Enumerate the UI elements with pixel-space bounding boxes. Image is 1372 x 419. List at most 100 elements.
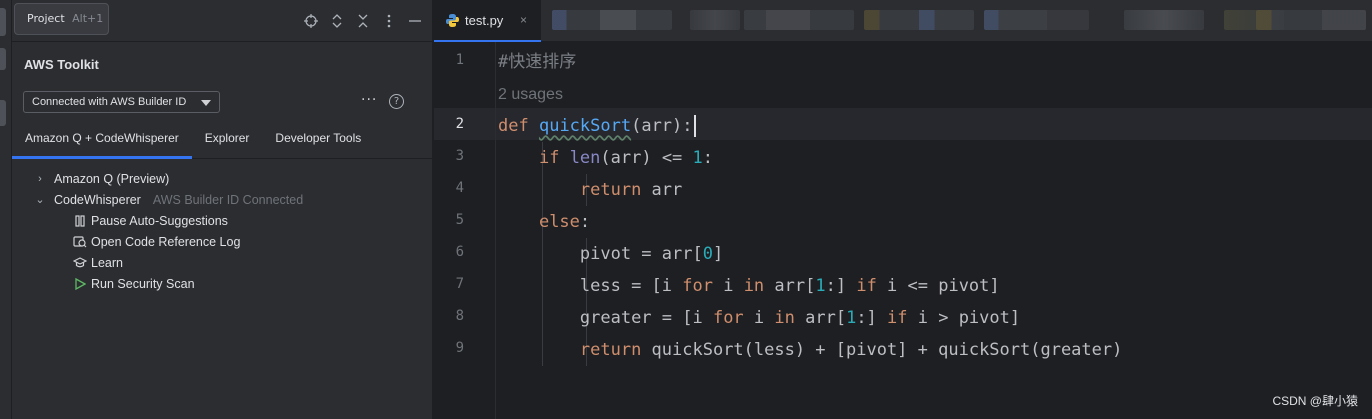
code-text: ]	[712, 244, 724, 264]
tool-window-stripe	[0, 0, 12, 419]
blurred-tab[interactable]	[1124, 10, 1204, 30]
connection-dropdown[interactable]: Connected with AWS Builder ID	[23, 91, 220, 113]
code-line-7: less = [i for i in arr[1:] if i <= pivot…	[498, 270, 1000, 302]
crosshair-icon[interactable]	[304, 12, 318, 30]
builtin: len	[569, 148, 601, 168]
watermark: CSDN @肆小猿	[1272, 394, 1358, 408]
blurred-tab[interactable]	[864, 10, 974, 30]
more-horizontal-icon[interactable]: ···	[361, 92, 377, 108]
code-text: arr[	[764, 276, 816, 296]
line-number: 8	[455, 308, 464, 324]
play-icon	[73, 277, 87, 290]
gutter-separator	[495, 42, 496, 419]
tree-item-label: CodeWhisperer	[54, 192, 141, 207]
stripe-tab-aws[interactable]	[0, 100, 6, 126]
number-literal: 1	[846, 308, 857, 328]
tree-item-codewhisperer[interactable]: ⌄ CodeWhisperer AWS Builder ID Connected	[12, 189, 433, 210]
project-tab-label: Project	[27, 12, 65, 25]
reference-log-icon	[73, 235, 87, 248]
number-literal: 0	[702, 244, 713, 264]
tab-developer-tools[interactable]: Developer Tools	[262, 119, 374, 159]
code-text: arr[	[794, 308, 847, 328]
tree-item-run-security-scan[interactable]: Run Security Scan	[12, 273, 433, 294]
expand-all-icon[interactable]	[330, 12, 344, 30]
chevron-down-icon[interactable]: ⌄	[34, 193, 46, 206]
tree-item-pause-auto-suggestions[interactable]: Pause Auto-Suggestions	[12, 210, 433, 231]
tree-item-learn[interactable]: Learn	[12, 252, 433, 273]
stripe-tab-project[interactable]	[0, 8, 6, 36]
keyword: for	[682, 276, 713, 296]
code-text: pivot = arr[	[579, 244, 703, 264]
connection-status: AWS Builder ID Connected	[152, 192, 304, 207]
code-text: i	[712, 276, 744, 296]
tree-item-amazon-q[interactable]: › Amazon Q (Preview)	[12, 168, 433, 189]
tab-amazon-q-codewhisperer[interactable]: Amazon Q + CodeWhisperer	[12, 119, 192, 159]
keyword: in	[774, 308, 795, 328]
line-number: 1	[455, 52, 464, 68]
tab-explorer[interactable]: Explorer	[192, 119, 263, 159]
keyword: in	[743, 276, 765, 296]
code-usages-hint[interactable]: 2 usages	[498, 78, 563, 110]
keyword: if	[538, 148, 560, 168]
line-number: 3	[455, 148, 464, 164]
project-tab-shortcut: Alt+1	[72, 12, 104, 25]
code-line-4: return arr	[498, 174, 682, 206]
number-literal: 1	[692, 148, 703, 168]
aws-toolkit-panel: Project Alt+1 AWS Toolkit Connected with…	[12, 0, 433, 419]
code-line-5: else:	[498, 206, 590, 238]
tree-item-open-code-reference-log[interactable]: Open Code Reference Log	[12, 231, 433, 252]
python-file-icon	[445, 13, 460, 28]
more-vertical-icon[interactable]	[382, 12, 396, 30]
tree-item-label: Amazon Q (Preview)	[54, 171, 170, 186]
code-text: :	[702, 148, 714, 168]
close-icon[interactable]: ×	[520, 13, 527, 27]
code-text: :	[579, 212, 591, 232]
panel-title: AWS Toolkit	[24, 57, 99, 72]
keyword: for	[712, 308, 744, 328]
line-number: 7	[455, 276, 464, 292]
line-number: 9	[455, 340, 464, 356]
project-tool-tab[interactable]: Project Alt+1	[14, 3, 109, 35]
panel-header-actions	[304, 12, 422, 30]
blurred-tab[interactable]	[1256, 10, 1366, 30]
stripe-tab-secondary[interactable]	[0, 48, 6, 70]
graduation-cap-icon	[73, 256, 87, 269]
code-text: i > pivot]	[907, 308, 1021, 328]
code-editor: test.py × 1 2 3 4 5 6 7 8 9 #快速排序 2 usag…	[434, 0, 1372, 419]
help-icon[interactable]: ?	[389, 94, 404, 109]
tree-item-label: Learn	[91, 255, 123, 270]
blurred-tab[interactable]	[984, 10, 1089, 30]
usages-inlay[interactable]: 2 usages	[498, 86, 563, 103]
code-line-2: def quickSort(arr):	[498, 110, 696, 142]
code-line-9: return quickSort(less) + [pivot] + quick…	[498, 334, 1122, 366]
chevron-right-icon[interactable]: ›	[34, 173, 46, 185]
code-text: greater = [i	[579, 308, 713, 328]
toolkit-tree: › Amazon Q (Preview) ⌄ CodeWhisperer AWS…	[12, 168, 433, 294]
blurred-tab[interactable]	[552, 10, 672, 30]
code-text: :]	[856, 308, 888, 328]
tree-item-label: Run Security Scan	[91, 276, 195, 291]
editor-tab-test-py[interactable]: test.py ×	[434, 0, 541, 42]
collapse-all-icon[interactable]	[356, 12, 370, 30]
keyword: return	[579, 340, 642, 360]
minimize-icon[interactable]	[408, 12, 422, 30]
editor-tab-bar: test.py ×	[434, 0, 1372, 42]
code-line-6: pivot = arr[0]	[498, 238, 723, 270]
connection-dropdown-value: Connected with AWS Builder ID	[32, 96, 187, 108]
pause-icon	[73, 214, 87, 227]
code-text: i <= pivot]	[876, 276, 1000, 296]
function-name: quickSort	[538, 116, 632, 136]
keyword: def	[498, 116, 529, 136]
blurred-tab[interactable]	[690, 10, 740, 30]
blurred-tab[interactable]	[744, 10, 854, 30]
code-text: (arr) <=	[600, 148, 693, 168]
toolkit-tabs: Amazon Q + CodeWhisperer Explorer Develo…	[12, 119, 433, 159]
keyword: if	[887, 308, 908, 328]
line-number: 6	[455, 244, 464, 260]
line-number: 4	[455, 180, 464, 196]
code-line-1: #快速排序	[498, 46, 576, 78]
line-number: 5	[455, 212, 464, 228]
code-text: :]	[825, 276, 857, 296]
tree-item-label: Pause Auto-Suggestions	[91, 213, 228, 228]
code-line-8: greater = [i for i in arr[1:] if i > piv…	[498, 302, 1020, 334]
